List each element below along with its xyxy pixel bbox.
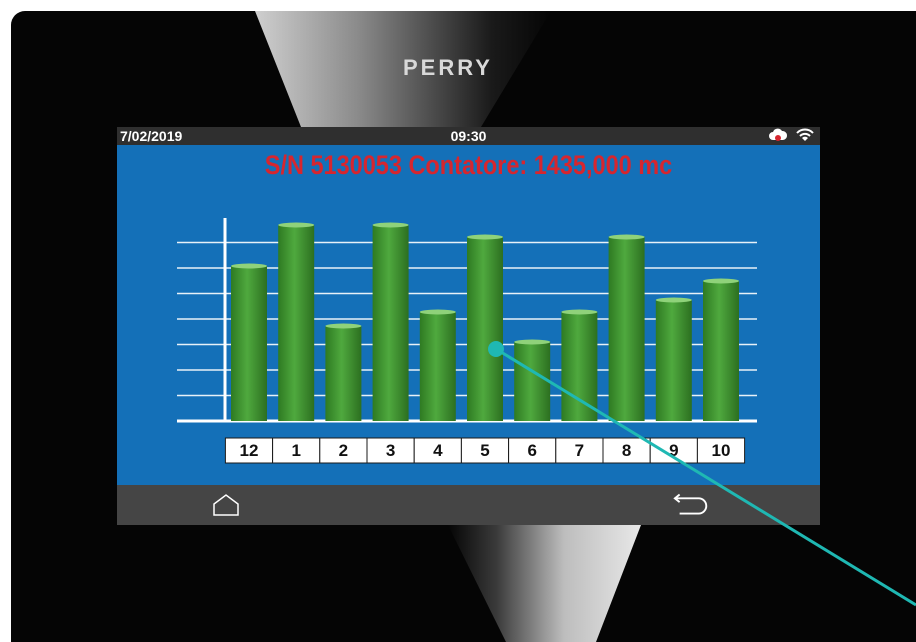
brand-logo: PERRY — [403, 55, 493, 80]
bar-top — [325, 323, 362, 329]
home-icon — [213, 494, 239, 516]
x-tick-label: 1 — [291, 441, 300, 460]
back-icon — [673, 493, 708, 515]
bar — [561, 312, 598, 421]
bar-top — [231, 263, 267, 269]
bar — [278, 225, 315, 421]
home-button[interactable] — [206, 491, 246, 519]
x-tick-label: 10 — [712, 441, 731, 460]
navigation-bar — [117, 485, 820, 525]
x-tick-label: 4 — [433, 441, 443, 460]
bezel-highlight-bottom — [448, 525, 641, 642]
bar-top — [514, 339, 551, 345]
bar — [608, 237, 645, 421]
touch-screen: 7/02/2019 09:30 S/N 5130053 Contatore: 1… — [117, 127, 820, 525]
bar-top — [467, 234, 503, 240]
consumption-bar-chart: 12 1 2 3 4 5 6 7 8 9 10 — [177, 218, 757, 464]
device-frame: PERRY 7/02/2019 09:30 S/N 5130053 Contat… — [11, 11, 916, 642]
bar — [703, 281, 739, 421]
bar — [419, 312, 456, 421]
bar — [325, 326, 362, 421]
bar-top — [561, 309, 598, 315]
bar — [655, 300, 692, 421]
back-button[interactable] — [672, 491, 712, 519]
bar-top — [608, 234, 645, 240]
x-tick-label: 9 — [669, 441, 678, 460]
x-tick-label: 8 — [622, 441, 631, 460]
x-tick-label: 6 — [527, 441, 536, 460]
x-tick-label: 7 — [575, 441, 584, 460]
x-tick-label: 12 — [240, 441, 259, 460]
bar-top — [278, 222, 315, 228]
bezel-highlight-top — [255, 11, 551, 127]
bar — [231, 266, 267, 421]
bar-top — [419, 309, 456, 315]
bar-top — [703, 278, 739, 284]
bar — [467, 237, 503, 421]
x-tick-label: 3 — [386, 441, 395, 460]
x-tick-label: 2 — [339, 441, 348, 460]
bar-top — [372, 222, 409, 228]
x-tick-label: 5 — [480, 441, 489, 460]
bar — [514, 342, 551, 421]
bar-top — [655, 297, 692, 303]
bar — [372, 225, 409, 421]
